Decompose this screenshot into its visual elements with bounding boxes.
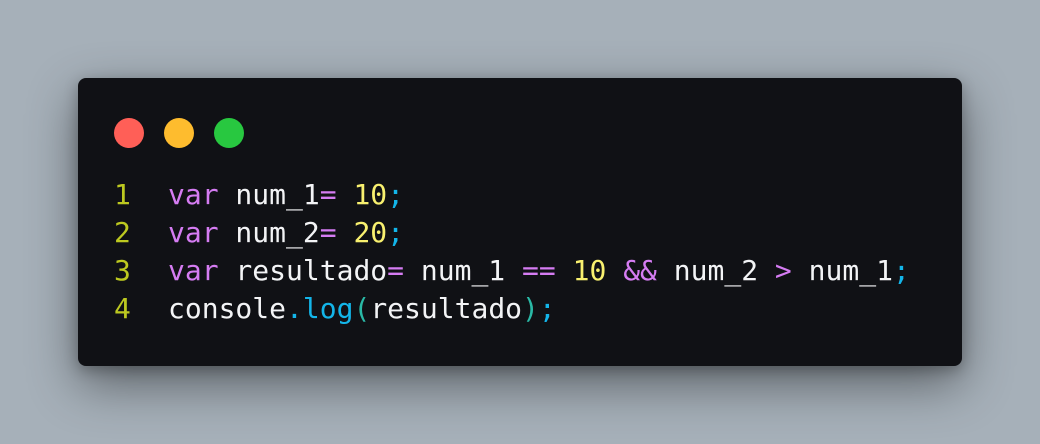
code-line: 3 var resultado= num_1 == 10 && num_2 > n…: [114, 252, 910, 290]
close-button[interactable]: [114, 118, 144, 148]
line-number: 1: [114, 178, 131, 211]
code-token-identifier: num_2: [218, 216, 320, 249]
code-token-keyword: var: [168, 216, 219, 249]
code-text: var resultado= num_1 == 10 && num_2 > nu…: [168, 252, 910, 290]
code-token-identifier: num_1: [404, 254, 523, 287]
minimize-button[interactable]: [164, 118, 194, 148]
code-token-identifier: console: [168, 292, 287, 325]
code-token-paren: (: [353, 292, 371, 325]
code-token-punctuation: log: [302, 292, 354, 325]
code-token-identifier: resultado: [218, 254, 388, 287]
code-token-operator: =: [387, 254, 405, 287]
code-token-keyword: var: [168, 254, 219, 287]
code-token-punctuation: ;: [538, 292, 556, 325]
code-line: 4 console.log(resultado);: [114, 290, 910, 328]
code-text: console.log(resultado);: [168, 290, 556, 328]
code-token-number: 10: [555, 254, 624, 287]
code-token-operator: ==: [522, 254, 556, 287]
window-controls: [114, 118, 244, 148]
code-token-identifier: num_1: [791, 254, 893, 287]
code-token-operator: >: [774, 254, 792, 287]
code-token-keyword: var: [168, 178, 219, 211]
code-token-identifier: num_2: [656, 254, 775, 287]
code-window: 1 var num_1= 10; 2 var num_2= 20; 3 var resul…: [78, 78, 962, 366]
code-token-identifier: num_1: [218, 178, 320, 211]
code-line: 2 var num_2= 20;: [114, 214, 910, 252]
line-number: 3: [114, 254, 131, 287]
code-token-operator: =: [319, 178, 337, 211]
code-line: 1 var num_1= 10;: [114, 176, 910, 214]
code-token-punctuation: ;: [387, 178, 405, 211]
code-text: var num_2= 20;: [168, 214, 404, 252]
code-token-number: 20: [336, 216, 388, 249]
code-token-operator: =: [319, 216, 337, 249]
code-token-operator: &&: [623, 254, 657, 287]
code-token-punctuation: ;: [892, 254, 910, 287]
code-token-number: 10: [336, 178, 388, 211]
line-number: 4: [114, 292, 131, 325]
code-text: var num_1= 10;: [168, 176, 404, 214]
code-token-identifier: resultado: [370, 292, 523, 325]
code-token-paren: ): [522, 292, 539, 325]
line-number: 2: [114, 216, 131, 249]
maximize-button[interactable]: [214, 118, 244, 148]
code-token-punctuation: .: [286, 292, 303, 325]
code-block: 1 var num_1= 10; 2 var num_2= 20; 3 var resul…: [114, 176, 910, 328]
code-token-punctuation: ;: [387, 216, 405, 249]
